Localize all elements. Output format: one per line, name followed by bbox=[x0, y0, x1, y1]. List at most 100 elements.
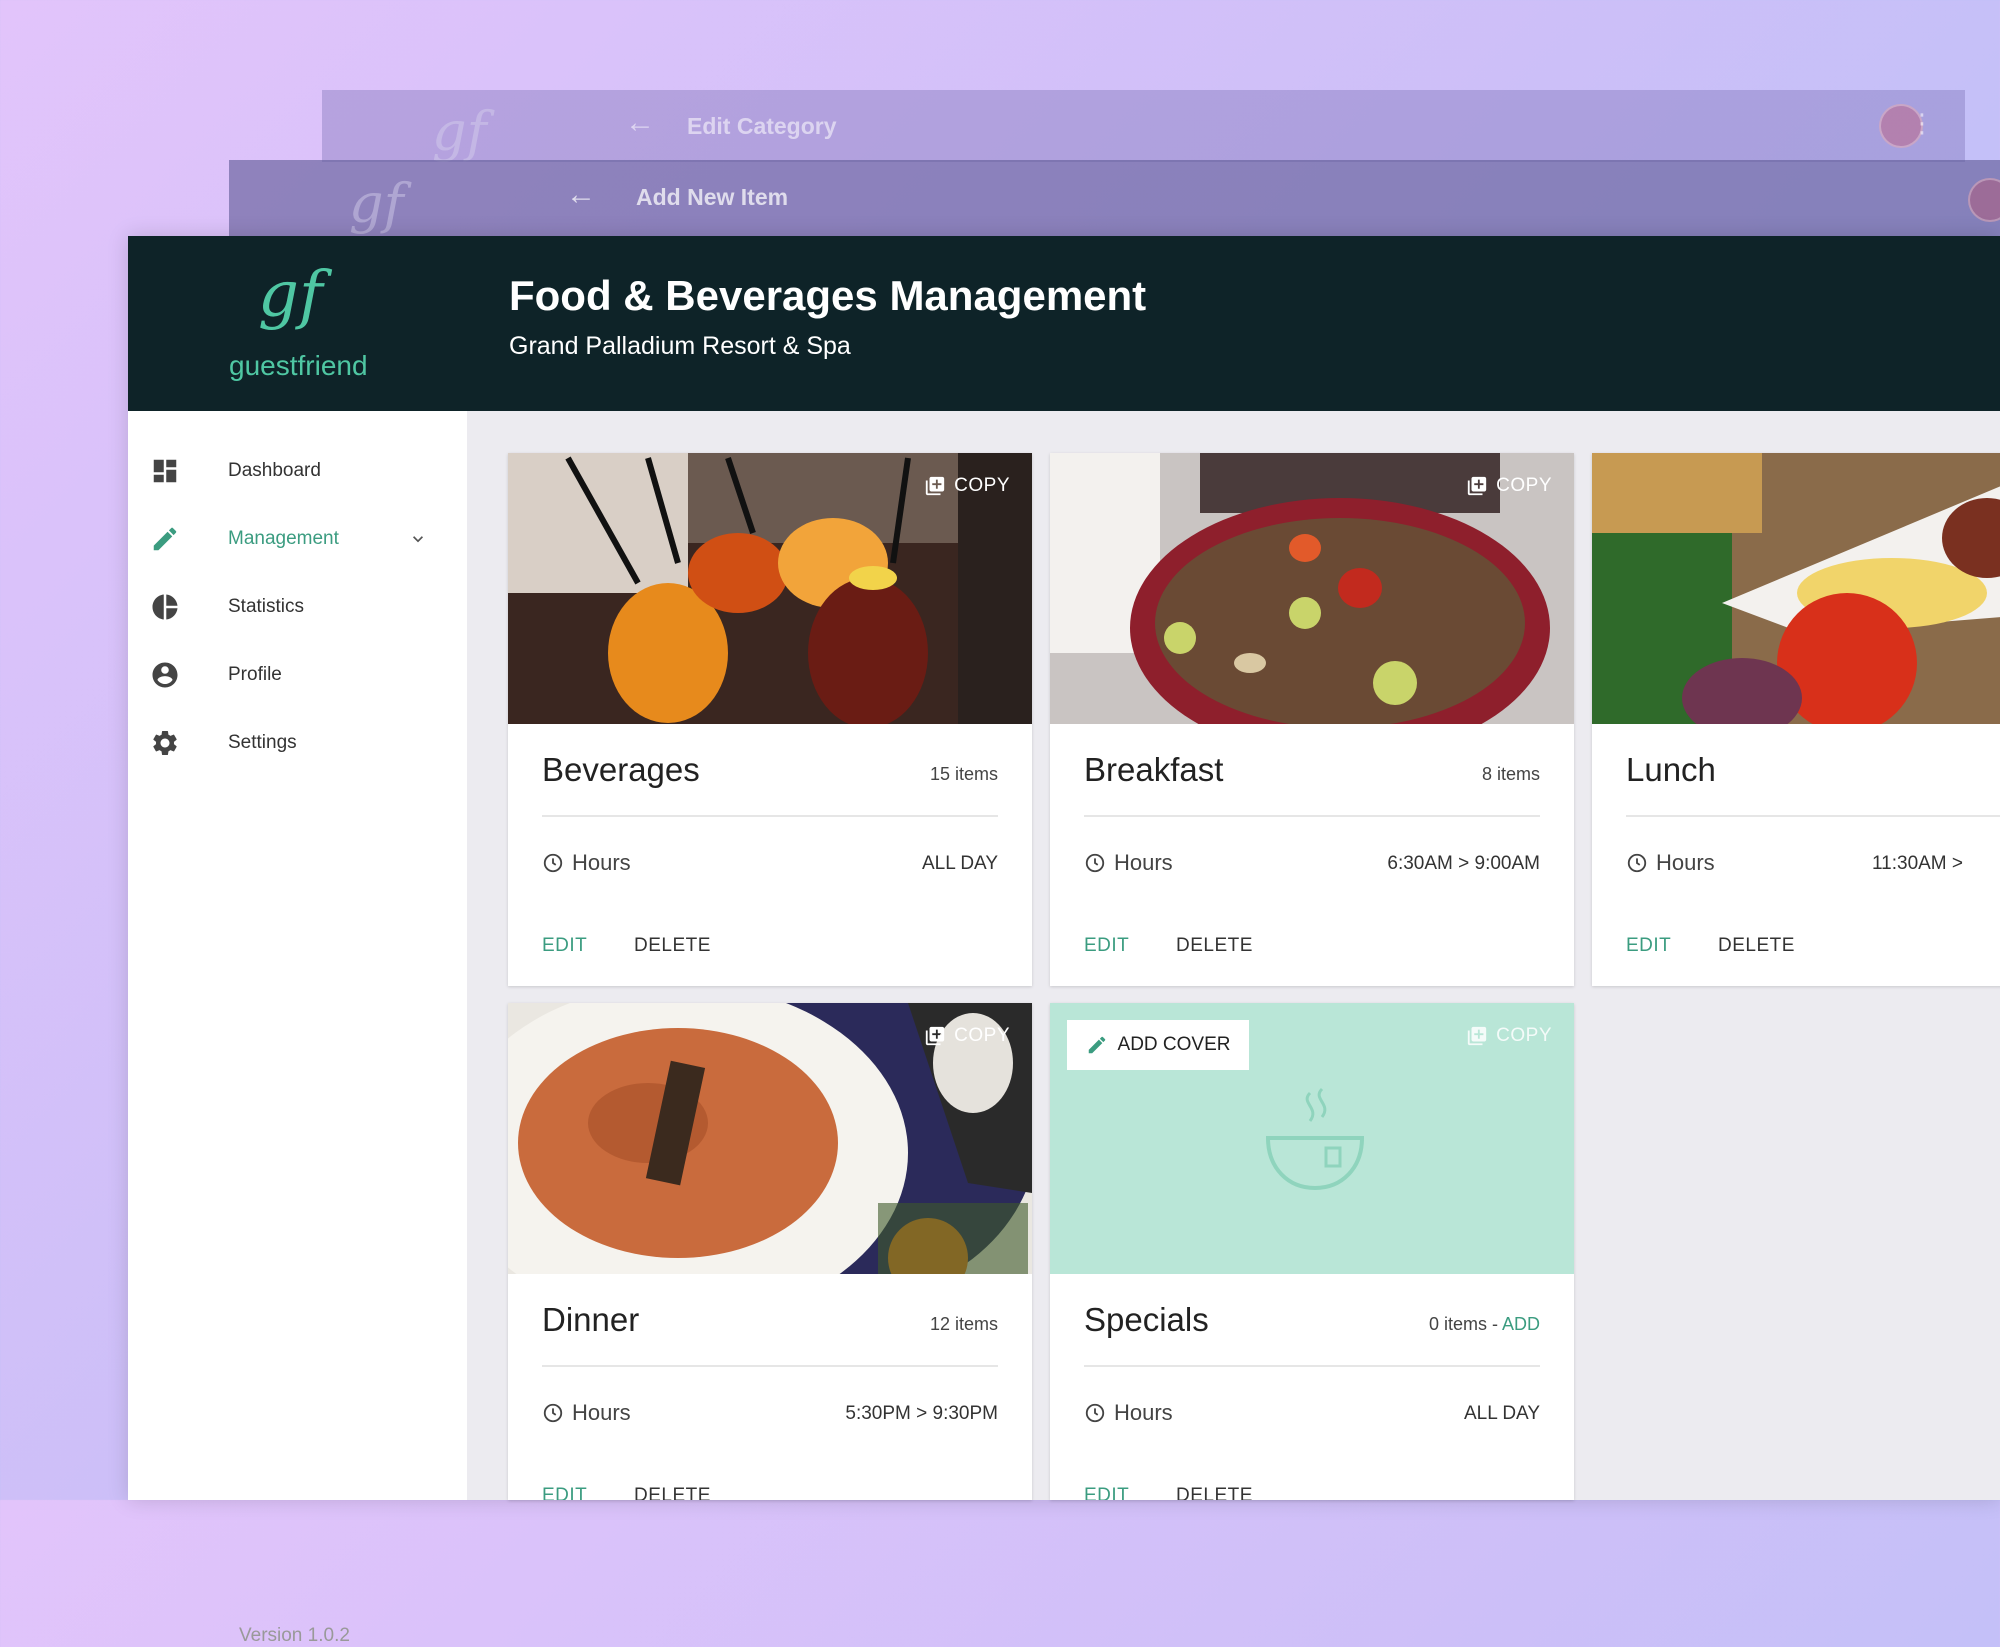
sidebar-item-profile[interactable]: Profile bbox=[128, 647, 467, 703]
ghost-logo: gf bbox=[432, 100, 487, 163]
category-card-specials: ADD COVER COPY Specials 0 items - ADD Ho… bbox=[1050, 1003, 1574, 1500]
avatar bbox=[1968, 178, 2000, 222]
hours-value: 6:30AM > 9:00AM bbox=[1387, 853, 1540, 874]
divider bbox=[1626, 815, 2000, 817]
sidebar-item-dashboard[interactable]: Dashboard bbox=[128, 443, 467, 499]
pencil-icon bbox=[1088, 1036, 1105, 1054]
hours-label: Hours bbox=[1626, 850, 1715, 876]
copy-icon bbox=[1467, 1026, 1487, 1046]
more-vert-icon: ⋮ bbox=[1909, 108, 1935, 138]
delete-button[interactable]: DELETE bbox=[1176, 935, 1253, 957]
copy-button[interactable]: COPY bbox=[1466, 1025, 1552, 1047]
add-cover-label: ADD COVER bbox=[1117, 1034, 1231, 1055]
clock-icon bbox=[1085, 853, 1105, 873]
clock-icon bbox=[543, 853, 563, 873]
hours-label-text: Hours bbox=[1114, 850, 1173, 875]
delete-button[interactable]: DELETE bbox=[634, 1485, 711, 1500]
divider bbox=[1084, 815, 1540, 817]
edit-button[interactable]: EDIT bbox=[1626, 935, 1671, 957]
edit-button[interactable]: EDIT bbox=[1084, 935, 1129, 957]
back-arrow-icon: ← bbox=[566, 178, 596, 211]
category-name: Specials bbox=[1084, 1301, 1209, 1338]
hours-label-text: Hours bbox=[572, 850, 631, 875]
copy-label: COPY bbox=[1496, 1025, 1552, 1046]
item-count: 15 items bbox=[929, 764, 998, 784]
hours-label: Hours bbox=[542, 850, 631, 876]
clock-icon bbox=[543, 1403, 563, 1423]
page-title: Food & Beverages Management bbox=[509, 272, 1147, 319]
category-card-beverages: COPY Beverages 15 items Hours ALL DAY ED… bbox=[508, 453, 1032, 986]
category-name: Breakfast bbox=[1084, 751, 1224, 788]
hours-label-text: Hours bbox=[1656, 850, 1715, 875]
divider bbox=[542, 1365, 998, 1367]
gear-icon bbox=[153, 731, 177, 755]
item-count: 8 items bbox=[1481, 764, 1540, 784]
edit-button[interactable]: EDIT bbox=[542, 1485, 587, 1500]
hours-label: Hours bbox=[1084, 850, 1173, 876]
background-window-edit-category: gf ← Edit Category ⋮ bbox=[322, 90, 1965, 163]
teacup-icon bbox=[1265, 1087, 1365, 1191]
sidebar-item-label: Statistics bbox=[228, 596, 305, 617]
category-name: Lunch bbox=[1626, 751, 1716, 788]
hours-label-text: Hours bbox=[1114, 1400, 1173, 1425]
hours-value: ALL DAY bbox=[1463, 1403, 1540, 1424]
logo-text: guestfriend bbox=[229, 350, 368, 381]
page-subtitle: Grand Palladium Resort & Spa bbox=[509, 332, 851, 360]
clock-icon bbox=[1627, 853, 1647, 873]
delete-button[interactable]: DELETE bbox=[634, 935, 711, 957]
main-window: gf guestfriend Food & Beverages Manageme… bbox=[128, 236, 2000, 1646]
logo-mark: gf bbox=[258, 258, 323, 332]
cover-photo-lunch bbox=[1592, 453, 2000, 724]
background-window-title: Edit Category bbox=[687, 113, 837, 139]
copy-button[interactable]: COPY bbox=[924, 475, 1010, 497]
item-count-text: 0 items - bbox=[1428, 1314, 1502, 1334]
hours-label-text: Hours bbox=[572, 1400, 631, 1425]
hours-value: 5:30PM > 9:30PM bbox=[845, 1403, 998, 1424]
category-card-lunch: Lunch Hours 11:30AM > EDIT DELETE bbox=[1592, 453, 2000, 986]
item-count: 12 items bbox=[929, 1314, 998, 1334]
hours-value: 11:30AM > bbox=[1872, 853, 1964, 874]
edit-button[interactable]: EDIT bbox=[1084, 1485, 1129, 1500]
account-circle-icon bbox=[152, 662, 178, 688]
category-card-breakfast: COPY Breakfast 8 items Hours 6:30AM > 9:… bbox=[1050, 453, 1574, 986]
add-cover-button[interactable]: ADD COVER bbox=[1067, 1020, 1249, 1070]
clock-icon bbox=[1085, 1403, 1105, 1423]
copy-icon bbox=[1467, 476, 1487, 496]
sidebar-item-label: Settings bbox=[228, 732, 297, 753]
sidebar-item-settings[interactable]: Settings bbox=[128, 715, 467, 771]
pie-chart-icon bbox=[152, 594, 178, 620]
item-count: 0 items - ADD bbox=[1429, 1314, 1540, 1335]
copy-label: COPY bbox=[954, 1025, 1010, 1046]
ghost-logo: gf bbox=[349, 172, 404, 235]
hours-label: Hours bbox=[542, 1400, 631, 1426]
sidebar-item-management[interactable]: Management bbox=[128, 511, 467, 567]
category-name: Dinner bbox=[542, 1301, 640, 1338]
app-header: gf guestfriend Food & Beverages Manageme… bbox=[128, 236, 2000, 411]
copy-icon bbox=[925, 476, 945, 496]
delete-button[interactable]: DELETE bbox=[1176, 1485, 1253, 1500]
sidebar: Dashboard Management Statistics Profile … bbox=[128, 411, 467, 1646]
chevron-down-icon[interactable] bbox=[408, 529, 428, 549]
hours-value: ALL DAY bbox=[921, 853, 998, 874]
divider bbox=[1084, 1365, 1540, 1367]
hours-label: Hours bbox=[1084, 1400, 1173, 1426]
background-window-title: Add New Item bbox=[636, 184, 789, 210]
sidebar-item-label: Dashboard bbox=[228, 460, 321, 481]
sidebar-item-statistics[interactable]: Statistics bbox=[128, 579, 467, 635]
copy-icon bbox=[925, 1026, 945, 1046]
add-item-link[interactable]: ADD bbox=[1502, 1314, 1540, 1334]
category-name: Beverages bbox=[542, 751, 700, 788]
category-card-dinner: COPY Dinner 12 items Hours 5:30PM > 9:30… bbox=[508, 1003, 1032, 1500]
copy-button[interactable]: COPY bbox=[924, 1025, 1010, 1047]
delete-button[interactable]: DELETE bbox=[1718, 935, 1795, 957]
edit-button[interactable]: EDIT bbox=[542, 935, 587, 957]
background-window-add-new-item: gf ← Add New Item bbox=[229, 160, 2000, 236]
pencil-icon bbox=[153, 527, 177, 551]
version-label: Version 1.0.2 bbox=[239, 1625, 350, 1646]
copy-button[interactable]: COPY bbox=[1466, 475, 1552, 497]
sidebar-item-label: Profile bbox=[228, 664, 282, 685]
copy-label: COPY bbox=[954, 475, 1010, 496]
divider bbox=[542, 815, 998, 817]
back-arrow-icon: ← bbox=[625, 106, 655, 139]
dashboard-icon bbox=[153, 459, 177, 483]
